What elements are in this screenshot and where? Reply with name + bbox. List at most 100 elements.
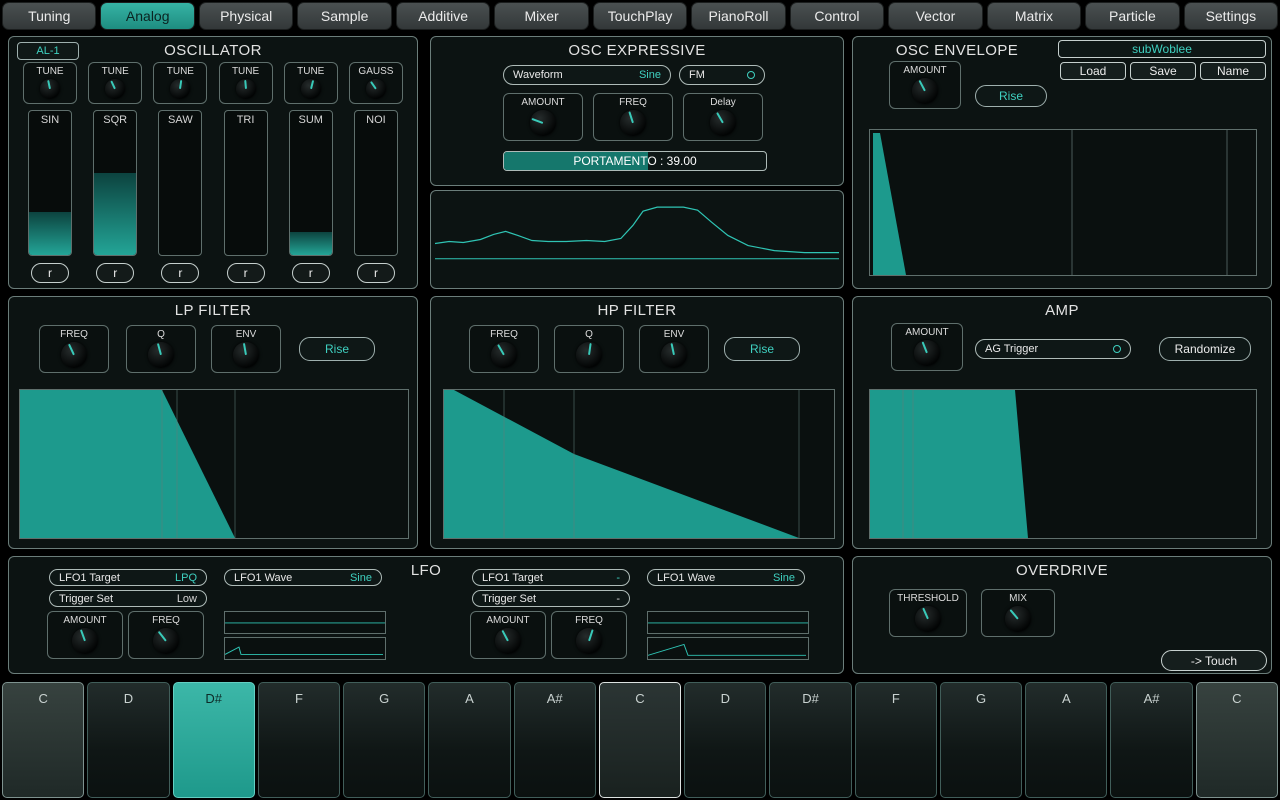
tri-level-slider[interactable]: TRI: [224, 110, 268, 256]
hp-freq-knob-dial[interactable]: [491, 342, 517, 368]
reset-button[interactable]: r: [357, 263, 395, 283]
lp-q-knob-dial[interactable]: [148, 342, 174, 368]
sin-level-slider[interactable]: SIN: [28, 110, 72, 256]
hp-filter-graph[interactable]: [443, 389, 835, 539]
gauss-knob-box[interactable]: GAUSS: [349, 62, 403, 104]
lfo1-target-select-left[interactable]: LFO1 Target LPQ: [49, 569, 207, 586]
trigger-set-select-right[interactable]: Trigger Set -: [472, 590, 630, 607]
tune-knob-dial[interactable]: [301, 79, 321, 99]
hp-rise-button[interactable]: Rise: [724, 337, 800, 361]
hp-q-knob-dial[interactable]: [576, 342, 602, 368]
key-f1[interactable]: F: [258, 682, 340, 798]
tune-knob-dial[interactable]: [236, 79, 256, 99]
key-c1[interactable]: C: [2, 682, 84, 798]
load-button[interactable]: Load: [1060, 62, 1126, 80]
tune-knob-dial[interactable]: [105, 79, 125, 99]
amp-trigger-select[interactable]: AG Trigger: [975, 339, 1131, 359]
lp-freq-knob-box[interactable]: FREQ: [39, 325, 109, 373]
lfo1-wave-select-left[interactable]: LFO1 Wave Sine: [224, 569, 382, 586]
hp-env-knob-box[interactable]: ENV: [639, 325, 709, 373]
fm-select[interactable]: FM: [679, 65, 765, 85]
expressive-amount-knob-box[interactable]: AMOUNT: [503, 93, 583, 141]
lfo1-wave-select-right[interactable]: LFO1 Wave Sine: [647, 569, 805, 586]
sqr-level-slider[interactable]: SQR: [93, 110, 137, 256]
sum-level-slider[interactable]: SUM: [289, 110, 333, 256]
lfo1-target-select-right[interactable]: LFO1 Target -: [472, 569, 630, 586]
envelope-amount-knob-dial[interactable]: [912, 78, 938, 104]
touch-button[interactable]: -> Touch: [1161, 650, 1267, 671]
tab-touchplay[interactable]: TouchPlay: [593, 2, 687, 30]
tab-physical[interactable]: Physical: [199, 2, 293, 30]
key-dsharp2[interactable]: D#: [769, 682, 851, 798]
hp-q-knob-box[interactable]: Q: [554, 325, 624, 373]
name-button[interactable]: Name: [1200, 62, 1266, 80]
noi-level-slider[interactable]: NOI: [354, 110, 398, 256]
lfo-right-amount-knob-box[interactable]: AMOUNT: [470, 611, 546, 659]
tab-sample[interactable]: Sample: [297, 2, 391, 30]
preset-name-field[interactable]: subWoblee: [1058, 40, 1266, 58]
key-dsharp1[interactable]: D#: [173, 682, 255, 798]
expressive-amount-knob-dial[interactable]: [530, 110, 556, 136]
tab-mixer[interactable]: Mixer: [494, 2, 588, 30]
rise-button[interactable]: Rise: [975, 85, 1047, 107]
tune-knob-box[interactable]: TUNE: [153, 62, 207, 104]
lp-filter-graph[interactable]: [19, 389, 409, 539]
lp-env-knob-box[interactable]: ENV: [211, 325, 281, 373]
amp-amount-knob-dial[interactable]: [914, 340, 940, 366]
tab-additive[interactable]: Additive: [396, 2, 490, 30]
lp-env-knob-dial[interactable]: [233, 342, 259, 368]
waveform-select[interactable]: Waveform Sine: [503, 65, 671, 85]
tune-knob-dial[interactable]: [40, 79, 60, 99]
osc-envelope-graph[interactable]: [869, 129, 1257, 276]
key-a1[interactable]: A: [428, 682, 510, 798]
trigger-set-select-left[interactable]: Trigger Set Low: [49, 590, 207, 607]
key-g2[interactable]: G: [940, 682, 1022, 798]
portamento-bar[interactable]: PORTAMENTO : 39.00: [503, 151, 767, 171]
expressive-freq-knob-box[interactable]: FREQ: [593, 93, 673, 141]
randomize-button[interactable]: Randomize: [1159, 337, 1251, 361]
tab-settings[interactable]: Settings: [1184, 2, 1278, 30]
lfo-left-freq-knob-dial[interactable]: [153, 628, 179, 654]
key-asharp1[interactable]: A#: [514, 682, 596, 798]
mix-knob-dial[interactable]: [1005, 606, 1031, 632]
lfo-left-amount-knob-dial[interactable]: [72, 628, 98, 654]
envelope-amount-knob-box[interactable]: AMOUNT: [889, 61, 961, 109]
threshold-knob-dial[interactable]: [915, 606, 941, 632]
tune-knob-box[interactable]: TUNE: [88, 62, 142, 104]
key-c3[interactable]: C: [1196, 682, 1278, 798]
tune-knob-dial[interactable]: [170, 79, 190, 99]
save-button[interactable]: Save: [1130, 62, 1196, 80]
tune-knob-box[interactable]: TUNE: [284, 62, 338, 104]
amp-amount-knob-box[interactable]: AMOUNT: [891, 323, 963, 371]
tab-analog[interactable]: Analog: [100, 2, 194, 30]
lfo-right-freq-knob-dial[interactable]: [576, 628, 602, 654]
lfo-left-amount-knob-box[interactable]: AMOUNT: [47, 611, 123, 659]
tab-matrix[interactable]: Matrix: [987, 2, 1081, 30]
key-d1[interactable]: D: [87, 682, 169, 798]
tab-vector[interactable]: Vector: [888, 2, 982, 30]
hp-env-knob-dial[interactable]: [661, 342, 687, 368]
reset-button[interactable]: r: [161, 263, 199, 283]
tune-knob-box[interactable]: TUNE: [219, 62, 273, 104]
key-c2[interactable]: C: [599, 682, 681, 798]
key-f2[interactable]: F: [855, 682, 937, 798]
tab-tuning[interactable]: Tuning: [2, 2, 96, 30]
amp-graph[interactable]: [869, 389, 1257, 539]
gauss-knob-dial[interactable]: [366, 79, 386, 99]
reset-button[interactable]: r: [227, 263, 265, 283]
mix-knob-box[interactable]: MIX: [981, 589, 1055, 637]
threshold-knob-box[interactable]: THRESHOLD: [889, 589, 967, 637]
saw-level-slider[interactable]: SAW: [158, 110, 202, 256]
reset-button[interactable]: r: [292, 263, 330, 283]
hp-freq-knob-box[interactable]: FREQ: [469, 325, 539, 373]
lp-freq-knob-dial[interactable]: [61, 342, 87, 368]
key-d2[interactable]: D: [684, 682, 766, 798]
lfo-right-freq-knob-box[interactable]: FREQ: [551, 611, 627, 659]
key-g1[interactable]: G: [343, 682, 425, 798]
key-a2[interactable]: A: [1025, 682, 1107, 798]
lp-q-knob-box[interactable]: Q: [126, 325, 196, 373]
tab-particle[interactable]: Particle: [1085, 2, 1179, 30]
tab-control[interactable]: Control: [790, 2, 884, 30]
lp-rise-button[interactable]: Rise: [299, 337, 375, 361]
lfo-left-freq-knob-box[interactable]: FREQ: [128, 611, 204, 659]
